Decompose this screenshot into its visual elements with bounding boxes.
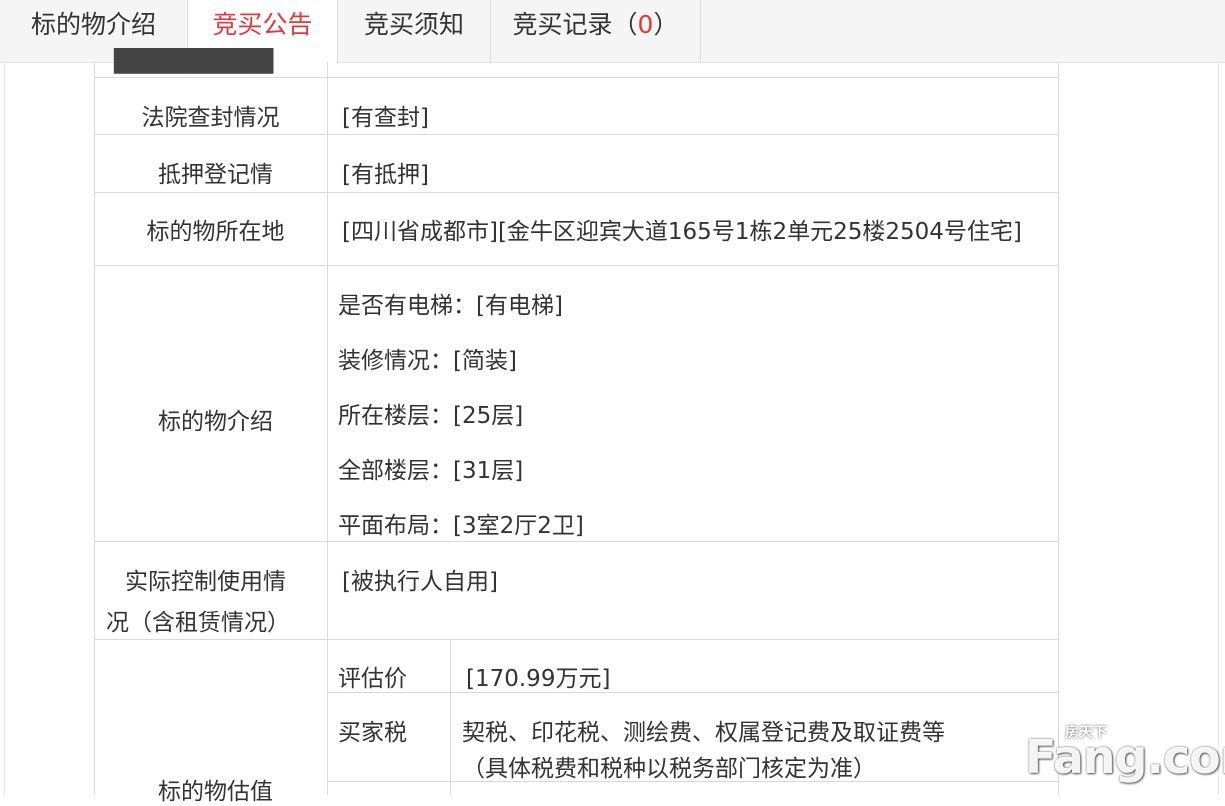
court-seal-value: [有查封]: [342, 105, 429, 131]
intro-item: 装修情况：[简装]: [338, 341, 517, 375]
row-divider: [94, 265, 1059, 266]
intro-label: 标的物介绍: [158, 409, 273, 435]
intro-item: 全部楼层：[31层]: [338, 451, 523, 485]
row-divider: [94, 77, 1059, 78]
usage-value: [被执行人自用]: [342, 569, 498, 595]
intro-item-value: [有电梯]: [476, 293, 563, 319]
col-divider: [450, 639, 451, 795]
col-divider: [1058, 62, 1059, 795]
intro-item-key: 全部楼层：: [338, 458, 453, 484]
appraisal-key: 评估价: [338, 666, 407, 692]
usage-label-line1: 实际控制使用情: [125, 569, 286, 595]
row-divider: [94, 192, 1059, 193]
intro-item-key: 所在楼层：: [338, 403, 453, 429]
tab-auction-records-suffix: ）: [653, 10, 679, 39]
intro-item: 是否有电梯：[有电梯]: [338, 286, 563, 320]
row-divider: [327, 692, 1059, 693]
court-seal-label: 法院查封情况: [141, 105, 280, 131]
mortgage-value: [有抵押]: [342, 162, 429, 188]
buyer-tax-value-line2: （具体税费和税种以税务部门核定为准）: [462, 756, 876, 782]
intro-item-value: [31层]: [453, 458, 524, 484]
fang-watermark: Fang.com 房天下: [1025, 722, 1225, 784]
intro-item: 所在楼层：[25层]: [338, 396, 523, 430]
records-count: 0: [637, 10, 654, 39]
page-left-border: [4, 62, 5, 795]
appraisal-value: [170.99万元]: [466, 666, 611, 692]
clipped-row-remnant: █████████: [114, 48, 274, 74]
watermark-small-text: 房天下: [1065, 725, 1107, 741]
row-divider: [94, 639, 1059, 640]
info-table: █████████ 法院查封情况 [有查封] 抵押登记情 [有抵押] 标的物所在…: [94, 48, 1059, 805]
page-right-border: [1218, 62, 1219, 795]
usage-label-line2: 况（含租赁情况）: [106, 610, 290, 636]
buyer-tax-value-line1: 契税、印花税、测绘费、权属登记费及取证费等: [462, 720, 945, 746]
watermark-logo-text: Fang.com: [1025, 730, 1225, 784]
location-value: [四川省成都市][金牛区迎宾大道165号1栋2单元25楼2504号住宅]: [342, 219, 1022, 245]
intro-item-key: 平面布局：: [338, 513, 453, 539]
intro-item-value: [25层]: [453, 403, 524, 429]
row-divider: [94, 541, 1059, 542]
tab-auction-records-label: 竞买记录（: [512, 10, 638, 39]
intro-item-key: 是否有电梯：: [338, 293, 476, 319]
buyer-tax-key: 买家税: [338, 720, 407, 746]
intro-item-value: [简装]: [453, 348, 517, 374]
intro-item-key: 装修情况：: [338, 348, 453, 374]
intro-item-value: [3室2厅2卫]: [453, 513, 584, 539]
mortgage-label: 抵押登记情: [158, 162, 273, 188]
location-label: 标的物所在地: [146, 219, 285, 245]
intro-item: 平面布局：[3室2厅2卫]: [338, 506, 584, 540]
row-divider: [94, 134, 1059, 135]
valuation-label: 标的物估值: [158, 779, 273, 805]
